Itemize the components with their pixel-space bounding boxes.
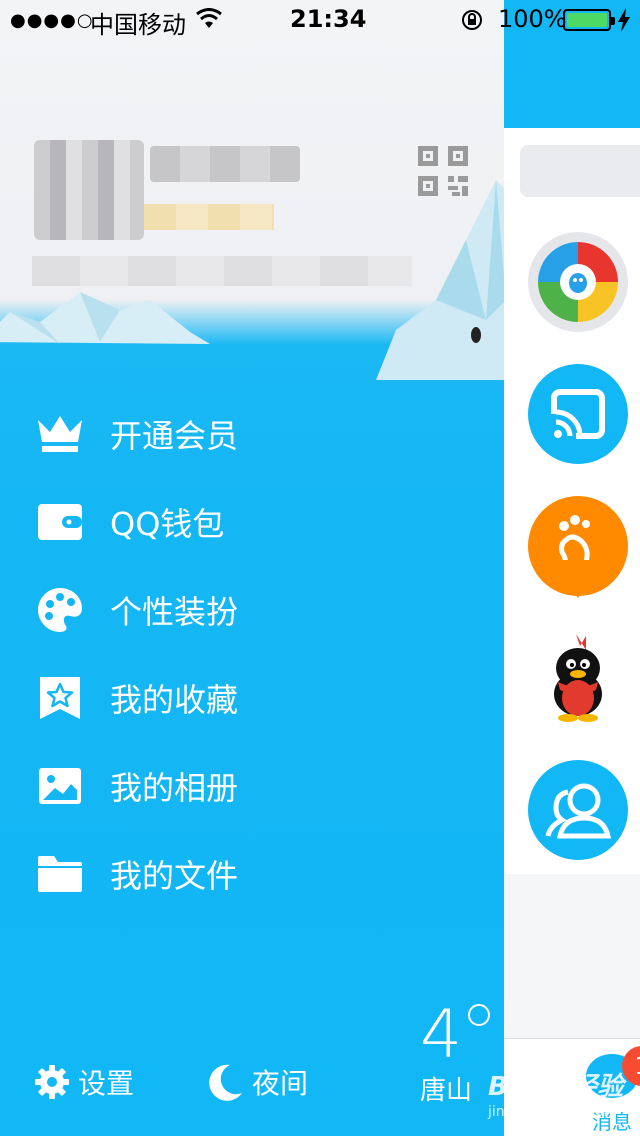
menu-item-label: 我的文件	[110, 857, 239, 895]
menu-item-label: 个性装扮	[110, 593, 239, 631]
night-mode-button[interactable]: 夜间	[208, 1062, 308, 1102]
profile-signature-blurred[interactable]	[32, 256, 412, 286]
night-label: 夜间	[252, 1067, 309, 1100]
penguin-figure	[471, 327, 481, 343]
signal-strength: ●●●●○	[10, 10, 94, 31]
qq-penguin-icon	[554, 634, 602, 722]
qq-feed-avatar[interactable]	[528, 364, 628, 464]
qr-code-icon[interactable]	[418, 146, 468, 196]
battery-icon	[563, 9, 615, 31]
menu-item-label: 我的相册	[110, 769, 239, 807]
wifi-icon	[196, 8, 222, 28]
menu-item-label: 我的收藏	[110, 681, 239, 719]
settings-button[interactable]: 设置	[34, 1062, 134, 1102]
wallet-icon	[36, 498, 84, 546]
qq-penguin-avatar[interactable]	[528, 628, 628, 728]
menu-item-files[interactable]: 我的文件	[36, 844, 456, 904]
charging-icon	[618, 8, 630, 32]
side-drawer: 开通会员 QQ钱包 个性装扮 我的收藏 我的相册 我的文件 4 唐山 设置 夜间	[0, 0, 504, 1136]
moon-icon	[209, 1064, 242, 1101]
favorites-star-icon	[36, 674, 84, 722]
clock: 21:34	[290, 5, 367, 33]
iceberg-decoration-left	[0, 292, 210, 344]
watermark: Baidu经验	[488, 1072, 624, 1102]
contacts-avatar[interactable]	[528, 760, 628, 860]
qq-feed-icon	[548, 389, 605, 442]
gear-icon	[35, 1065, 69, 1099]
menu-item-label: 开通会员	[110, 417, 239, 455]
degree-symbol	[468, 1004, 490, 1026]
drawer-bottom-bar: 设置 夜间	[0, 1040, 504, 1136]
battery-percentage: 100%	[498, 5, 567, 33]
menu-item-themes[interactable]: 个性装扮	[36, 580, 456, 640]
menu-item-vip[interactable]: 开通会员	[36, 404, 456, 464]
menu-item-favorites[interactable]: 我的收藏	[36, 668, 456, 728]
profile-avatar[interactable]	[34, 140, 144, 240]
folder-icon	[36, 850, 84, 898]
carrier-name: 中国移动	[90, 11, 186, 39]
menu-item-wallet[interactable]: QQ钱包	[36, 492, 456, 552]
crown-icon	[36, 410, 84, 458]
profile-nickname-blurred[interactable]	[150, 146, 300, 182]
contacts-icon	[545, 783, 612, 839]
tencent-news-icon	[538, 242, 618, 322]
settings-label: 设置	[78, 1067, 135, 1100]
vip-badge-blurred[interactable]	[144, 204, 274, 230]
photo-album-icon	[36, 762, 84, 810]
search-bar[interactable]	[520, 145, 640, 197]
status-bar: ●●●●○ 中国移动 21:34 100%	[0, 0, 640, 40]
palette-icon	[36, 586, 84, 634]
orientation-lock-icon	[462, 10, 482, 30]
menu-item-label: QQ钱包	[110, 505, 225, 543]
menu-item-album[interactable]: 我的相册	[36, 756, 456, 816]
tencent-news-avatar[interactable]	[528, 232, 628, 332]
footprint-pin-tip	[552, 560, 604, 598]
main-screen-peek[interactable]: 1 消息	[504, 0, 640, 1136]
watermark-url: jingyan.baidu.com	[488, 1104, 618, 1120]
